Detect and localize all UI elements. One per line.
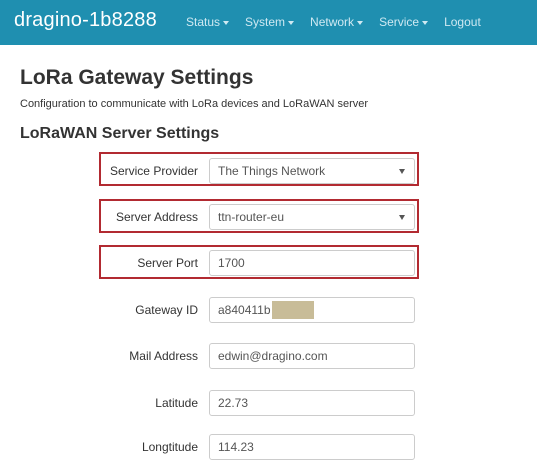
caret-down-icon — [357, 20, 364, 25]
form-row-service-provider: Service Provider The Things Network — [0, 153, 537, 189]
form-row-mail-address: Mail Address edwin@dragino.com — [0, 338, 537, 374]
latitude-input[interactable]: 22.73 — [209, 390, 415, 416]
page-title: LoRa Gateway Settings — [20, 66, 254, 89]
longitude-value: 114.23 — [218, 440, 254, 454]
nav-item-logout-label: Logout — [444, 15, 481, 29]
longitude-label: Longtitude — [141, 440, 198, 454]
nav-item-network[interactable]: Network — [310, 15, 364, 29]
nav-item-network-label: Network — [310, 15, 355, 29]
server-port-label: Server Port — [137, 256, 198, 270]
service-provider-select[interactable]: The Things Network — [209, 158, 415, 184]
latitude-value: 22.73 — [218, 396, 249, 410]
redaction-block — [271, 300, 314, 319]
mail-address-label: Mail Address — [129, 349, 198, 363]
gateway-id-input[interactable]: a840411b — [209, 297, 415, 323]
mail-address-input[interactable]: edwin@dragino.com — [209, 343, 415, 369]
nav-menu: Status System Network Service Logout — [186, 15, 497, 29]
form-row-latitude: Latitude 22.73 — [0, 385, 537, 421]
server-address-label: Server Address — [115, 210, 198, 224]
nav-item-service-label: Service — [379, 15, 420, 29]
form-row-gateway-id: Gateway ID a840411b — [0, 292, 537, 328]
nav-item-service[interactable]: Service — [379, 15, 429, 29]
caret-down-icon — [223, 20, 230, 25]
server-address-value: ttn-router-eu — [218, 210, 285, 224]
nav-item-status-label: Status — [186, 15, 221, 29]
form-row-longitude: Longtitude 114.23 — [0, 429, 537, 465]
page-subtitle: Configuration to communicate with LoRa d… — [20, 98, 369, 110]
nav-item-system[interactable]: System — [245, 15, 295, 29]
latitude-label: Latitude — [155, 396, 198, 410]
service-provider-label: Service Provider — [109, 164, 198, 178]
nav-item-status[interactable]: Status — [186, 15, 230, 29]
form-row-server-address: Server Address ttn-router-eu — [0, 199, 537, 235]
gateway-id-value: a840411b — [218, 303, 271, 317]
caret-down-icon — [422, 20, 429, 25]
nav-item-logout[interactable]: Logout — [444, 15, 481, 29]
form-row-server-port: Server Port 1700 — [0, 245, 537, 281]
brand-hostname[interactable]: dragino-1b8288 — [14, 9, 157, 32]
mail-address-value: edwin@dragino.com — [218, 349, 328, 363]
server-port-value: 1700 — [218, 256, 245, 270]
nav-item-system-label: System — [245, 15, 286, 29]
section-title: LoRaWAN Server Settings — [20, 125, 220, 142]
service-provider-value: The Things Network — [218, 164, 326, 178]
server-address-select[interactable]: ttn-router-eu — [209, 204, 415, 230]
gateway-id-label: Gateway ID — [135, 303, 198, 317]
longitude-input[interactable]: 114.23 — [209, 434, 415, 460]
top-navbar: dragino-1b8288 Status System Network Ser… — [0, 0, 537, 45]
server-port-input[interactable]: 1700 — [209, 250, 415, 276]
caret-down-icon — [288, 20, 295, 25]
